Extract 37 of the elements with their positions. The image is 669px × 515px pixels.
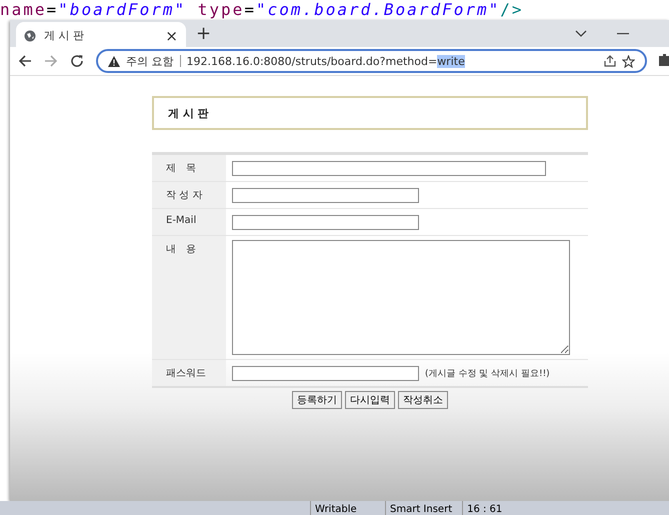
- status-item: Smart Insert: [385, 501, 462, 515]
- status-item: Writable: [310, 501, 385, 515]
- close-icon[interactable]: ×: [165, 26, 178, 44]
- code-token: name: [0, 0, 47, 19]
- password-note: (게시글 수정 및 삭제시 필요!!): [425, 368, 550, 380]
- code-token: "boardForm": [58, 0, 186, 19]
- back-icon[interactable]: [18, 54, 32, 68]
- star-icon[interactable]: [622, 54, 635, 68]
- field-label: 패스워드: [152, 360, 226, 386]
- warning-icon: [108, 56, 120, 66]
- text-field[interactable]: [232, 188, 419, 202]
- field-label: 내 용: [152, 236, 226, 359]
- text-field[interactable]: [232, 214, 419, 230]
- code-token: =: [244, 0, 256, 19]
- address-bar[interactable]: 주의 요함 192.168.16.0:8080/struts/board.do?method=write: [96, 49, 647, 73]
- form-button[interactable]: 등록하기: [292, 391, 342, 409]
- password-field[interactable]: [232, 366, 419, 380]
- text-field[interactable]: [232, 160, 546, 176]
- share-icon[interactable]: [604, 55, 616, 67]
- form-button[interactable]: 작성취소: [398, 391, 448, 409]
- content-textarea[interactable]: [232, 240, 570, 355]
- status-item: 16 : 61: [462, 501, 538, 515]
- code-token: type: [196, 0, 244, 19]
- chevron-down-icon[interactable]: [575, 30, 587, 38]
- field-label: 작 성 자: [152, 182, 226, 208]
- field-label: 제 목: [152, 155, 226, 181]
- field-label: E-Mail: [152, 209, 226, 235]
- new-tab-button[interactable]: +: [196, 23, 212, 44]
- code-token: />: [500, 0, 524, 19]
- browser-tab[interactable]: 게 시 판 ×: [16, 22, 186, 49]
- code-token: "com.board.BoardForm": [256, 0, 500, 19]
- minimize-icon[interactable]: [617, 32, 629, 34]
- board-heading: 게 시 판: [152, 96, 588, 130]
- globe-icon: [24, 30, 36, 42]
- code-token: =: [46, 0, 58, 19]
- form-button[interactable]: 다시입력: [345, 391, 395, 409]
- reload-icon[interactable]: [70, 54, 84, 68]
